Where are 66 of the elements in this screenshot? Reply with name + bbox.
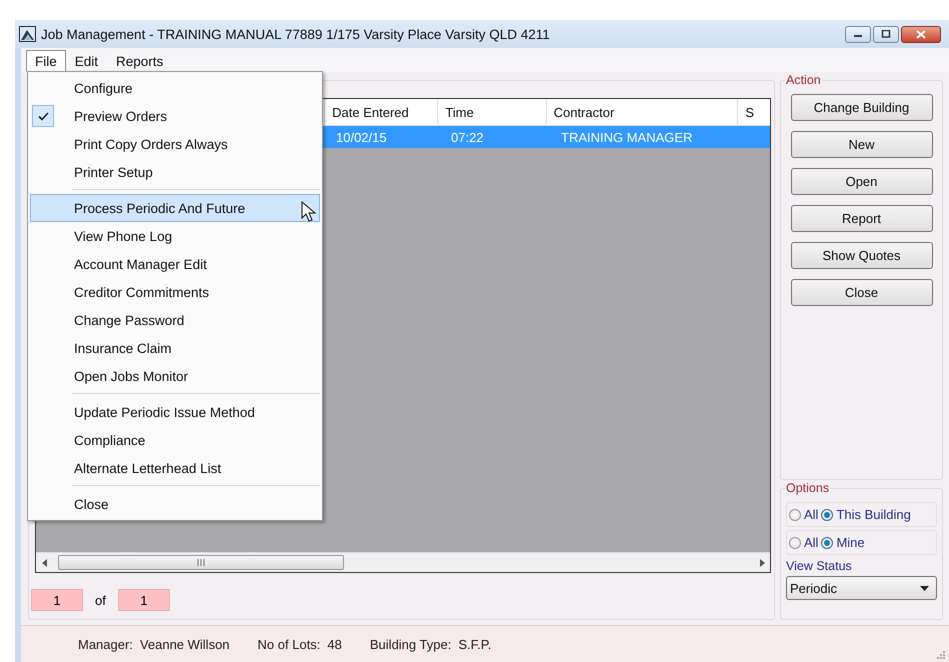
page-count-field: 1 [118, 589, 170, 611]
radio-option[interactable]: All [789, 535, 818, 550]
radio-option[interactable]: This Building [821, 507, 911, 522]
radio-button[interactable] [789, 536, 801, 548]
action-button[interactable]: Close [790, 279, 932, 306]
column-header[interactable]: S [737, 99, 770, 125]
action-button[interactable]: Show Quotes [790, 242, 932, 269]
column-header[interactable]: Contractor [546, 99, 738, 125]
page-label: of [95, 592, 106, 608]
status-label: No of Lots: [258, 636, 320, 652]
status-value: S.F.P. [458, 636, 492, 652]
column-header[interactable]: Time [437, 99, 546, 125]
menu-item[interactable]: Close [30, 490, 320, 518]
menu-item[interactable]: Configure [30, 74, 320, 102]
status-value: 48 [327, 636, 342, 652]
action-button[interactable]: Report [790, 205, 932, 232]
action-button[interactable]: New [790, 131, 932, 158]
minimize-button[interactable] [845, 26, 871, 42]
menu-item[interactable]: Preview Orders [30, 102, 320, 130]
mouse-cursor-icon [301, 201, 317, 223]
menu-item[interactable]: Reports [107, 50, 172, 72]
status-label: Building Type: [370, 636, 452, 652]
menu-item[interactable]: Alternate Letterhead List [30, 454, 320, 482]
group-label: Action [785, 73, 822, 87]
resize-grip-icon[interactable] [936, 650, 945, 659]
menu-item[interactable]: Open Jobs Monitor [30, 362, 320, 390]
maximize-button[interactable] [873, 26, 899, 42]
menu-item[interactable]: Account Manager Edit [30, 250, 320, 278]
close-icon [916, 30, 926, 38]
page-field[interactable]: 1 [31, 589, 83, 611]
field-label: View Status [786, 559, 853, 573]
status-value: Veanne Willson [140, 636, 230, 652]
menu-item[interactable]: View Phone Log [30, 222, 320, 250]
status-dropdown[interactable]: Periodic [786, 576, 937, 600]
menu-item[interactable]: Change Password [30, 306, 320, 334]
table-cell-text: 10/02/15 [335, 128, 388, 146]
horizontal-scrollbar[interactable] [36, 552, 770, 572]
radio-button[interactable] [789, 508, 801, 520]
menu-item[interactable]: Update Periodic Issue Method [30, 398, 320, 426]
menu-item[interactable]: Process Periodic And Future [30, 194, 320, 222]
status-label: Manager: [78, 636, 133, 652]
window-title: Job Management - TRAINING MANUAL 77889 1/175 Varsity Place Varsity QLD 4211 [41, 26, 550, 42]
table-cell-text: 07:22 [450, 128, 485, 146]
action-button[interactable]: Open [790, 168, 932, 195]
group-label: Options [785, 481, 830, 495]
scroll-thumb[interactable] [58, 555, 344, 570]
scroll-left-icon[interactable] [42, 558, 46, 566]
menu-item[interactable]: Creditor Commitments [30, 278, 320, 306]
radio-button[interactable] [821, 508, 834, 520]
menu-item[interactable]: File [26, 50, 66, 72]
menu-item[interactable]: Insurance Claim [30, 334, 320, 362]
menu-item[interactable]: Edit [66, 50, 108, 72]
radio-option[interactable]: Mine [821, 535, 865, 550]
column-header[interactable]: Date Entered [324, 99, 438, 125]
menu-item[interactable]: Printer Setup [30, 158, 320, 186]
close-button[interactable] [901, 26, 941, 42]
scroll-right-icon[interactable] [760, 558, 764, 566]
table-cell-text: TRAINING MANAGER [560, 128, 694, 146]
radio-button[interactable] [821, 536, 834, 548]
dropdown-arrow-icon [920, 586, 929, 590]
radio-option[interactable]: All [789, 507, 818, 522]
action-button[interactable]: Change Building [790, 94, 932, 121]
menu-item[interactable]: Print Copy Orders Always [30, 130, 320, 158]
app-icon [19, 26, 36, 42]
menu-item[interactable]: Compliance [30, 426, 320, 454]
maximize-icon [881, 30, 891, 38]
